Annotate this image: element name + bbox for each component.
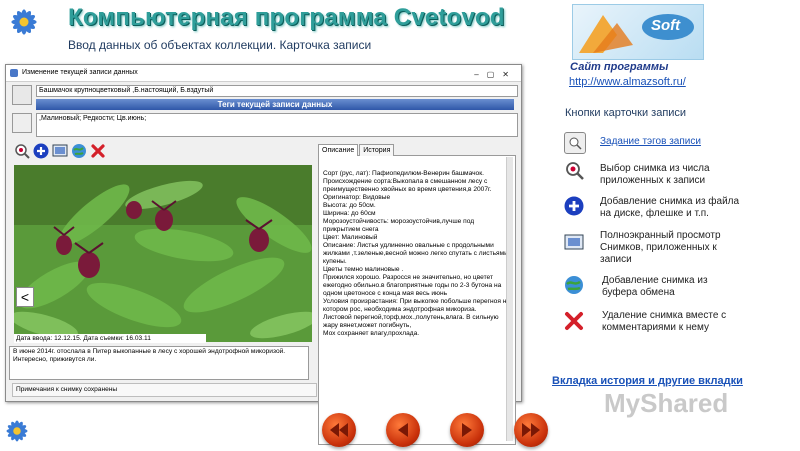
soft-logo: Soft <box>572 4 704 60</box>
legend-label-add: Добавление снимка из файла на диске, фле… <box>600 196 740 219</box>
tab-history[interactable]: История <box>359 144 395 156</box>
window-controls[interactable]: –▢✕ <box>474 67 517 83</box>
tab-description[interactable]: Описание <box>318 144 359 156</box>
tags-field[interactable]: ,Малиновый; Редкости; Цв.июнь; <box>36 113 518 137</box>
status-text: Примечания к снимку сохранены <box>12 383 317 397</box>
plant-photo[interactable] <box>14 165 312 342</box>
site-link[interactable]: http://www.almazsoft.ru/ <box>569 76 686 88</box>
last-slide-button[interactable] <box>514 413 548 447</box>
legend-label-tags[interactable]: Задание тэгов записи <box>600 136 701 147</box>
tab-bar: Описание История <box>318 144 395 156</box>
add-icon <box>564 196 584 216</box>
legend-label-clipboard: Добавление снимка из буфера обмена <box>602 275 708 298</box>
prev-slide-button[interactable] <box>386 413 420 447</box>
window-titlebar: Изменение текущей записи данных –▢✕ <box>6 65 521 82</box>
edit-record-window: Изменение текущей записи данных –▢✕ Башм… <box>5 64 522 445</box>
record-name-field[interactable]: Башмачок крупноцветковый ,Б.настоящий, Б… <box>36 85 518 97</box>
tags-icon[interactable] <box>12 113 32 133</box>
prev-icon <box>398 423 408 437</box>
page-subtitle: Ввод данных об объектах коллекции. Карто… <box>68 38 372 52</box>
rewind-icon <box>330 423 348 437</box>
watermark: MyShared <box>604 388 729 418</box>
buttons-section-title: Кнопки карточки записи <box>565 107 687 119</box>
zoom-icon <box>564 160 584 180</box>
tags-icon <box>564 132 586 154</box>
photo-toolbar <box>14 143 106 159</box>
first-slide-button[interactable] <box>322 413 356 447</box>
prev-photo-button[interactable]: < <box>16 287 34 307</box>
page-title: Компьютерная программа Cvetovod <box>68 4 505 31</box>
logo-text: Soft <box>651 17 681 34</box>
description-scrollbar[interactable] <box>506 157 513 441</box>
window-title: Изменение текущей записи данных <box>22 69 138 76</box>
tags-header: Теги текущей записи данных <box>36 99 514 110</box>
site-label: Сайт программы <box>570 61 669 73</box>
next-slide-button[interactable] <box>450 413 484 447</box>
history-tabs-link[interactable]: Вкладка история и другие вкладки <box>552 375 743 387</box>
zoom-icon[interactable] <box>14 143 30 159</box>
add-icon[interactable] <box>33 143 49 159</box>
window-app-icon <box>10 69 18 77</box>
fast-forward-icon <box>522 423 540 437</box>
flower-icon-bottom <box>2 416 32 451</box>
fullscreen-icon <box>564 232 584 252</box>
photo-note-field[interactable]: В июне 2014г. отослала в Питер выкопанны… <box>9 346 309 380</box>
record-icon <box>12 85 32 105</box>
clipboard-globe-icon[interactable] <box>71 143 87 159</box>
delete-icon <box>564 311 584 331</box>
legend-label-fullscreen: Полноэкранный просмотр Снимков, приложен… <box>600 230 721 265</box>
fullscreen-icon[interactable] <box>52 143 68 159</box>
date-input-label: Дата ввода: 12.12.15. Дата съемки: 16.03… <box>14 334 206 343</box>
next-icon <box>462 423 472 437</box>
description-text[interactable]: Сорт (рус, лат): Пафиопедилюм-Венерин ба… <box>323 170 511 338</box>
logo-flower-icon <box>6 4 42 45</box>
clipboard-globe-icon <box>564 275 584 295</box>
delete-icon[interactable] <box>90 143 106 159</box>
legend-label-delete: Удаление снимка вместе с комментариями к… <box>602 310 727 333</box>
legend-label-zoom: Выбор снимка из числа приложенных к запи… <box>600 163 710 186</box>
